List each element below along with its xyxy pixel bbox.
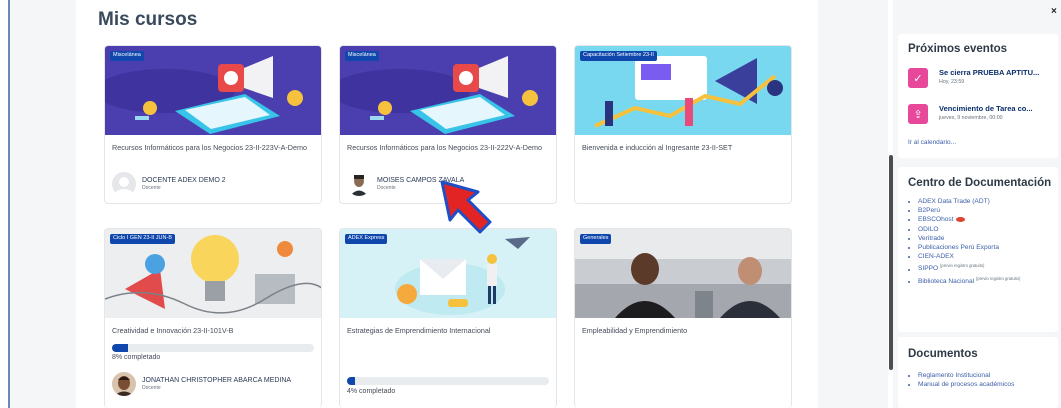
block-title: Centro de Documentación — [908, 177, 1052, 189]
documents-list: Reglamento Institucional Manual de proce… — [918, 371, 1014, 389]
documents-block: Documentos Reglamento Institucional Manu… — [898, 337, 1058, 408]
course-title[interactable]: Creatividad e Innovación 23-II-101V-B — [112, 326, 312, 336]
course-category-badge: Capacitación Setiembre 23-II — [580, 51, 657, 61]
document-link[interactable]: Manual de procesos académicos — [918, 380, 1014, 389]
ebsco-logo-icon — [955, 217, 965, 223]
progress-fill — [347, 377, 356, 385]
upload-icon: ⇪ — [908, 104, 928, 124]
course-category-badge: Generales — [580, 234, 612, 244]
left-gutter — [10, 0, 76, 408]
documentation-center-block: Centro de Documentación ADEX Data Trade … — [898, 167, 1058, 332]
block-title: Próximos eventos — [908, 43, 1008, 55]
course-card[interactable]: Ciclo I GEN 23-II JUN-B Creatividad e In… — [104, 228, 322, 408]
course-image[interactable]: ADEX Express — [340, 229, 556, 318]
event-item[interactable]: ✓ Se cierra PRUEBA APTITU... Hoy, 23:59 — [908, 68, 1039, 88]
page-title: Mis cursos — [98, 9, 198, 30]
event-time: Hoy, 23:59 — [939, 79, 965, 85]
course-title[interactable]: Recursos Informáticos para los Negocios … — [347, 143, 547, 153]
course-title[interactable]: Estrategias de Emprendimiento Internacio… — [347, 326, 547, 336]
check-icon: ✓ — [908, 68, 928, 88]
right-gutter — [818, 0, 888, 408]
block-title: Documentos — [908, 348, 978, 360]
course-image[interactable]: Generales — [575, 229, 791, 318]
registration-note: (previo registro gratuito) — [940, 263, 985, 269]
course-image[interactable]: Miscelánea — [105, 46, 321, 135]
teacher-name[interactable]: DOCENTE ADEX DEMO 2 — [142, 176, 226, 185]
avatar — [347, 172, 371, 196]
registration-note: (previo registro gratuito) — [975, 275, 1021, 281]
progress-fill — [112, 344, 129, 352]
close-drawer-icon[interactable]: × — [1051, 6, 1057, 17]
course-card[interactable]: Capacitación Setiembre 23-II Bienvenida … — [574, 45, 792, 204]
doc-link[interactable]: Veritrade — [918, 234, 1020, 243]
course-title[interactable]: Bienvenida e inducción al Ingresante 23-… — [582, 143, 782, 153]
course-teacher: JONATHAN CHRISTOPHER ABARCA MEDINA Docen… — [112, 372, 291, 396]
pointer-arrow-icon — [440, 180, 492, 234]
doc-link[interactable]: Biblioteca Nacional (previo registro gra… — [918, 274, 1020, 286]
avatar — [112, 372, 136, 396]
document-link[interactable]: Reglamento Institucional — [918, 371, 1014, 380]
course-title[interactable]: Recursos Informáticos para los Negocios … — [112, 143, 312, 153]
progress-label: 8% completado — [112, 354, 161, 361]
upcoming-events-block: Próximos eventos ✓ Se cierra PRUEBA APTI… — [898, 34, 1058, 158]
course-image[interactable]: Ciclo I GEN 23-II JUN-B — [105, 229, 321, 318]
doc-link[interactable]: ODILO — [918, 225, 1020, 234]
doc-link[interactable]: B2Perú — [918, 206, 1020, 215]
course-category-badge: Ciclo I GEN 23-II JUN-B — [110, 234, 175, 244]
doc-link[interactable]: ADEX Data Trade (ADT) — [918, 197, 1020, 206]
doc-link[interactable]: EBSCOhost — [918, 215, 1020, 224]
course-card[interactable]: ADEX Express Estrategias de Emprendimien… — [339, 228, 557, 408]
course-image[interactable]: Miscelánea — [340, 46, 556, 135]
teacher-name[interactable]: JONATHAN CHRISTOPHER ABARCA MEDINA — [142, 376, 291, 385]
course-teacher: DOCENTE ADEX DEMO 2 Docente — [112, 172, 226, 196]
course-card[interactable]: Miscelánea Recursos Informáticos para lo… — [104, 45, 322, 204]
course-image[interactable]: Capacitación Setiembre 23-II — [575, 46, 791, 135]
doc-link[interactable]: Publicaciones Perú Exporta — [918, 243, 1020, 252]
event-title[interactable]: Vencimiento de Tarea co... — [939, 104, 1033, 114]
course-category-badge: Miscelánea — [110, 51, 144, 61]
teacher-role: Docente — [142, 385, 161, 391]
progress-label: 4% completado — [347, 388, 396, 395]
avatar — [112, 172, 136, 196]
course-category-badge: Miscelánea — [345, 51, 379, 61]
course-progress-bar — [347, 377, 549, 385]
doc-link[interactable]: CIEN-ADEX — [918, 252, 1020, 261]
teacher-role: Docente — [142, 185, 161, 191]
doc-links-list: ADEX Data Trade (ADT) B2Perú EBSCOhost O… — [918, 197, 1020, 286]
course-progress-bar — [112, 344, 314, 352]
event-time: jueves, 9 noviembre, 00:00 — [939, 115, 1003, 121]
course-card[interactable]: Generales Empleabilidad y Emprendimiento — [574, 228, 792, 408]
event-title[interactable]: Se cierra PRUEBA APTITU... — [939, 68, 1039, 78]
calendar-link[interactable]: Ir al calendario... — [908, 139, 956, 146]
course-category-badge: ADEX Express — [345, 234, 388, 244]
doc-link[interactable]: SIPPO (previo registro gratuito) — [918, 261, 1020, 273]
event-item[interactable]: ⇪ Vencimiento de Tarea co... jueves, 9 n… — [908, 104, 1033, 124]
course-title[interactable]: Empleabilidad y Emprendimiento — [582, 326, 782, 336]
